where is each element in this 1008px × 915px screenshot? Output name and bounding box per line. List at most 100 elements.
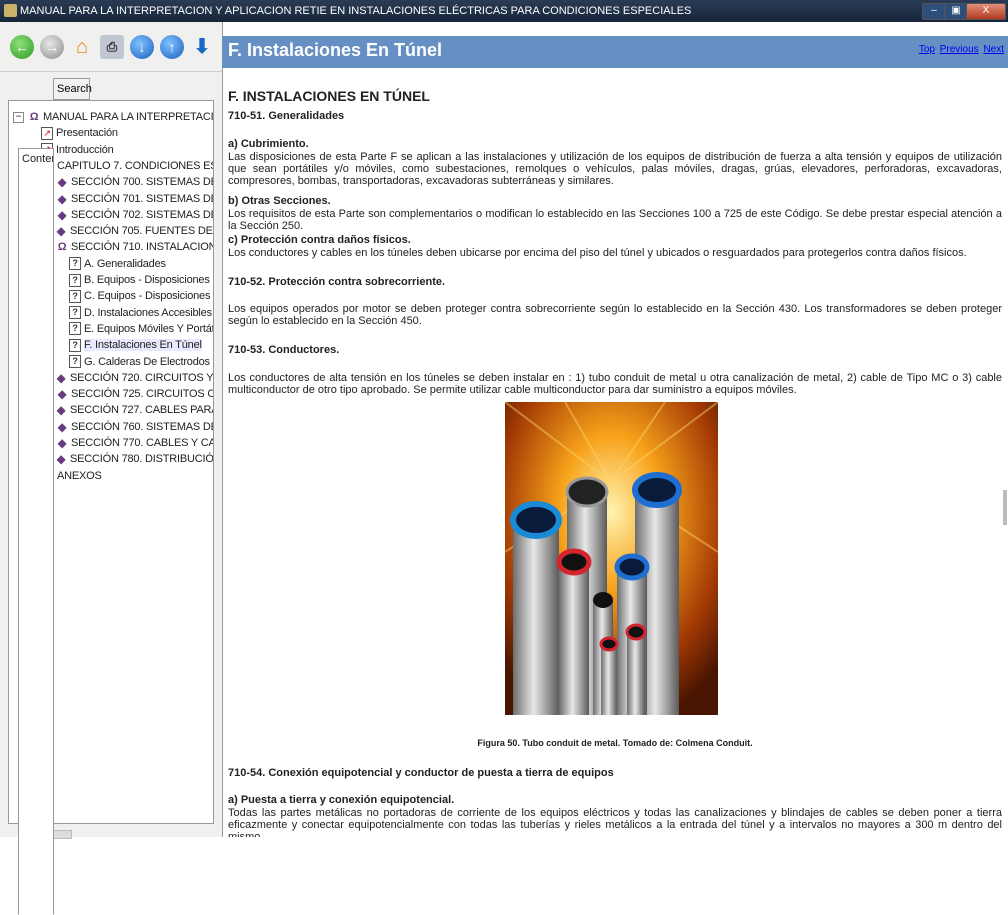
closed-book-icon: ◆ [56, 452, 66, 467]
next-link[interactable]: Next [983, 44, 1004, 55]
tree-item[interactable]: −ΩCAPITULO 7. CONDICIONES ESPE [27, 158, 213, 174]
help-toolbar: ← → ⌂ ⎙ ↓ ↑ ⬇ [0, 22, 222, 72]
subsection-c-text: Los conductores y cables en los túneles … [228, 247, 967, 259]
tree-item[interactable]: +◆SECCIÓN 702. SISTEMAS DE R [41, 207, 213, 223]
home-icon[interactable]: ⌂ [70, 35, 94, 59]
print-icon[interactable]: ⎙ [100, 35, 124, 59]
subsection-a-text: Las disposiciones de esta Parte F se apl… [228, 151, 1002, 187]
conduit-photo-image [505, 402, 718, 715]
tree-item-label: SECCIÓN 780. DISTRIBUCIÓN D [70, 453, 214, 466]
window-title: MANUAL PARA LA INTERPRETACION Y APLICACI… [20, 5, 692, 17]
tab-content[interactable]: Content [18, 148, 54, 915]
back-icon[interactable]: ← [10, 35, 34, 59]
conduit-photo [505, 402, 718, 715]
pane-splitter[interactable] [222, 22, 223, 837]
tree-item-label: SECCIÓN 700. SISTEMAS DE E [71, 176, 214, 189]
tree-item[interactable]: +◆SECCIÓN 770. CABLES Y CANA [41, 435, 213, 451]
window-titlebar: MANUAL PARA LA INTERPRETACION Y APLICACI… [0, 0, 1008, 22]
figure-caption: Figura 50. Tubo conduit de metal. Tomado… [477, 738, 753, 748]
topic-nav-links: Top Previous Next [917, 44, 1004, 55]
next-topic-icon[interactable]: ↓ [130, 35, 154, 59]
tree-item-label: F. Instalaciones En Túnel [84, 339, 202, 352]
tree-item[interactable]: +◆SECCIÓN 760. SISTEMAS DE A [41, 419, 214, 435]
subsection-b-title: b) Otras Secciones. [228, 195, 331, 207]
tree-item-label: Introducción [56, 143, 114, 156]
closed-book-icon: ◆ [57, 419, 67, 434]
section-710-52-text: Los equipos operados por motor se deben … [228, 303, 1002, 327]
tree-item-label: E. Equipos Móviles Y Portátil [84, 322, 214, 335]
tree-item[interactable]: ↗ Presentación [41, 125, 118, 141]
topic-title: F. Instalaciones En Túnel [228, 40, 443, 60]
tree-item-label: SECCIÓN 725. CIRCUITOS CLAS [71, 388, 213, 401]
tree-item[interactable]: ◆ SECCIÓN 727. CABLES PARA B [55, 402, 214, 418]
closed-book-icon: ◆ [57, 436, 67, 451]
subsection-a-title: a) Cubrimiento. [228, 138, 309, 150]
tree-item-label: SECCIÓN 760. SISTEMAS DE A [71, 420, 214, 433]
tree-item[interactable]: ? C. Equipos - Disposiciones E [69, 288, 213, 304]
navigation-pane: Content Search −ΩMANUAL PARA LA INTERPRE… [0, 72, 222, 915]
close-button[interactable]: X [966, 3, 1006, 20]
section-710-54-title: 710-54. Conexión equipotencial y conduct… [228, 767, 614, 779]
tree-item[interactable]: − Ω MANUAL PARA LA INTERPRETACIÓN [13, 109, 214, 125]
help-topic-icon: ? [69, 338, 81, 352]
maximize-button[interactable]: ▣ [944, 3, 968, 20]
help-topic-icon: ? [69, 257, 81, 271]
tree-item-label: SECCIÓN 710. INSTALACIONES [71, 241, 213, 254]
help-topic-icon: ? [69, 355, 81, 369]
closed-book-icon: ◆ [57, 175, 67, 190]
subsection-grounding-title: a) Puesta a tierra y conexión equipotenc… [228, 794, 455, 806]
tree-item[interactable]: ? G. Calderas De Electrodos [69, 354, 210, 370]
tree-item[interactable]: +◆SECCIÓN 701. SISTEMAS DE R [41, 191, 213, 207]
tree-item[interactable]: ? F. Instalaciones En Túnel [69, 337, 202, 353]
tree-item-label: MANUAL PARA LA INTERPRETACIÓN [43, 111, 214, 123]
topic-content: F. INSTALACIONES EN TÚNEL 710-51. Genera… [228, 70, 1003, 837]
closed-book-icon: ◆ [57, 207, 67, 222]
section-710-53-text: Los conductores de alta tensión en los t… [228, 372, 1002, 396]
forward-icon[interactable]: → [40, 35, 64, 59]
tree-item-label: SECCIÓN 720. CIRCUITOS Y EC [70, 371, 214, 384]
tree-item-label: A. Generalidades [84, 257, 166, 270]
sync-toc-icon[interactable]: ⬇ [190, 35, 214, 59]
tree-item-label: ANEXOS [57, 469, 102, 482]
tree-item-label: G. Calderas De Electrodos [84, 355, 210, 368]
open-book-icon: Ω [57, 241, 67, 254]
tree-item[interactable]: +◆SECCIÓN 700. SISTEMAS DE E [41, 174, 214, 190]
closed-book-icon: ◆ [56, 370, 66, 385]
previous-topic-icon[interactable]: ↑ [160, 35, 184, 59]
tree-item[interactable]: ? A. Generalidades [69, 256, 166, 272]
content-scrollbar-thumb[interactable] [1003, 490, 1007, 525]
top-link[interactable]: Top [919, 44, 935, 55]
section-710-52-title: 710-52. Protección contra sobrecorriente… [228, 276, 446, 288]
tree-item-label: D. Instalaciones Accesibles ( [84, 306, 214, 319]
section-710-53-title: 710-53. Conductores. [228, 344, 340, 356]
open-book-icon: Ω [29, 111, 39, 124]
help-topic-icon: ? [69, 306, 81, 320]
subsection-grounding-text: Todas las partes metálicas no portadoras… [228, 807, 1002, 837]
subsection-c-title: c) Protección contra daños físicos. [228, 234, 411, 246]
subsection-b-text: Los requisitos de esta Parte son complem… [228, 208, 1002, 232]
collapse-icon[interactable]: − [13, 111, 24, 123]
tree-item[interactable]: −ΩSECCIÓN 710. INSTALACIONES [41, 239, 213, 255]
minimize-button[interactable]: – [922, 3, 946, 20]
topic-page-icon: ↗ [41, 126, 53, 140]
tree-item-label: SECCIÓN 705. FUENTES DE GE [70, 225, 213, 238]
closed-book-icon: ◆ [57, 387, 67, 402]
tree-item-label: SECCIÓN 727. CABLES PARA B [70, 404, 214, 417]
tree-item-label: Presentación [56, 127, 118, 140]
tree-item[interactable]: ? D. Instalaciones Accesibles ( [69, 305, 214, 321]
tree-item[interactable]: ◆ SECCIÓN 780. DISTRIBUCIÓN D [55, 451, 214, 467]
tree-item-label: B. Equipos - Disposiciones G [84, 274, 214, 286]
previous-link[interactable]: Previous [940, 44, 979, 55]
tree-item-label: SECCIÓN 770. CABLES Y CANA [71, 437, 213, 449]
closed-book-icon: ◆ [56, 224, 66, 239]
tab-search[interactable]: Search [53, 78, 92, 100]
article-title: F. INSTALACIONES EN TÚNEL [228, 88, 430, 104]
help-topic-icon: ? [69, 289, 81, 303]
section-710-51-title: 710-51. Generalidades [228, 110, 345, 122]
tree-item[interactable]: ◆ SECCIÓN 705. FUENTES DE GE [55, 223, 213, 239]
tree-item[interactable]: ? E. Equipos Móviles Y Portátil [69, 321, 214, 337]
tree-item[interactable]: ? B. Equipos - Disposiciones G [69, 272, 214, 288]
tree-item[interactable]: +◆SECCIÓN 725. CIRCUITOS CLAS [41, 386, 213, 402]
tree-item[interactable]: ◆ SECCIÓN 720. CIRCUITOS Y EC [55, 370, 214, 386]
help-topic-icon: ? [69, 322, 81, 336]
